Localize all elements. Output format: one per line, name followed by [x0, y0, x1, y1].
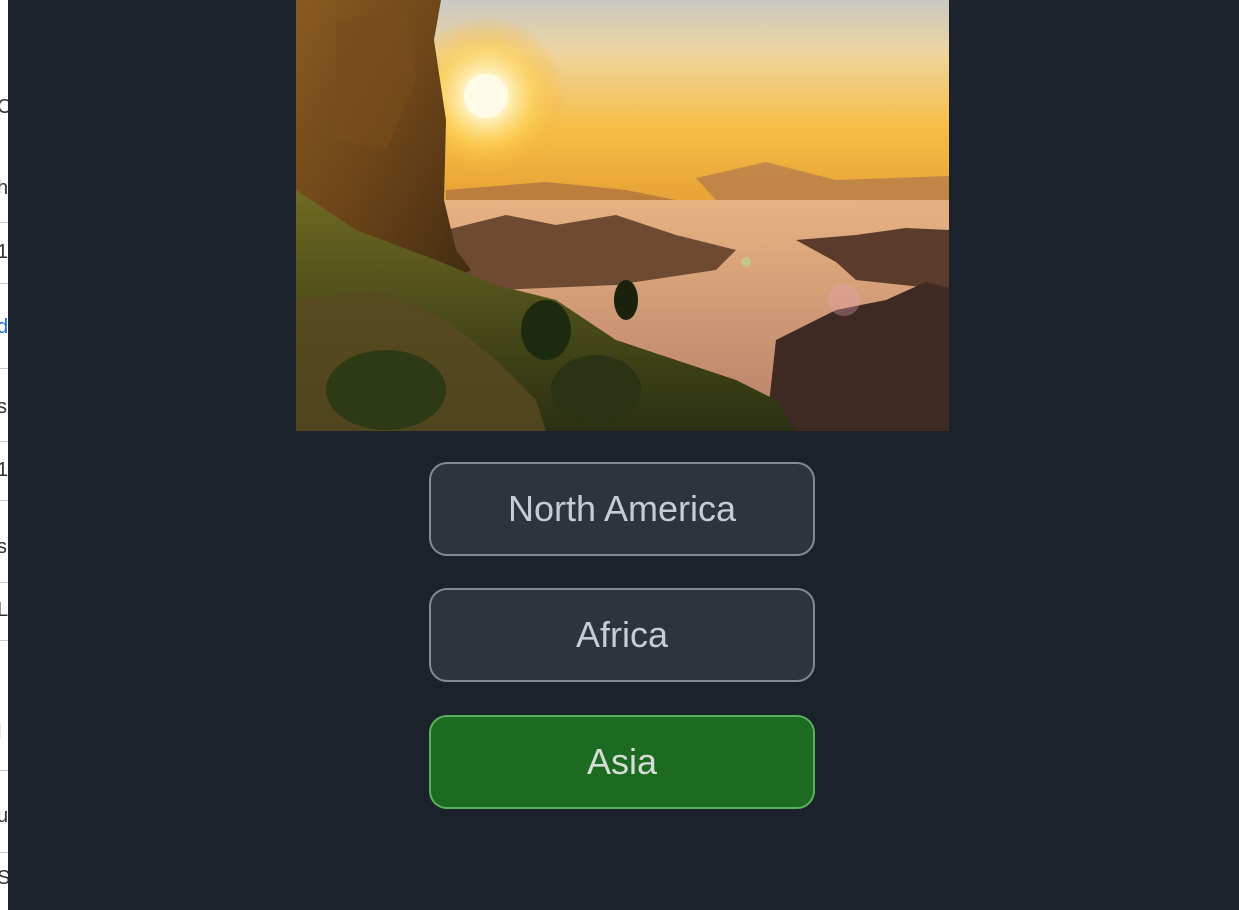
- background-divider: [0, 852, 8, 853]
- background-text-fragment: l: [0, 722, 1, 742]
- background-text-fragment: u: [0, 806, 8, 826]
- background-text-fragment: 1: [0, 460, 8, 480]
- answer-option-north-america[interactable]: North America: [429, 462, 815, 556]
- background-divider: [0, 283, 8, 284]
- background-divider: [0, 441, 8, 442]
- background-text-fragment: 1: [0, 242, 8, 262]
- sunrise-mountain-illustration: [296, 0, 949, 431]
- background-divider: [0, 582, 8, 583]
- background-divider: [0, 500, 8, 501]
- background-text-fragment: L: [0, 600, 8, 620]
- background-divider: [0, 640, 8, 641]
- background-divider: [0, 368, 8, 369]
- answer-option-asia-correct[interactable]: Asia: [429, 715, 815, 809]
- answer-option-africa[interactable]: Africa: [429, 588, 815, 682]
- background-text-fragment: s: [0, 537, 7, 557]
- background-divider: [0, 770, 8, 771]
- background-link-fragment: d: [0, 317, 8, 337]
- background-text-fragment: s: [0, 397, 7, 417]
- background-divider: [0, 222, 8, 223]
- quiz-photo: [296, 0, 949, 431]
- background-text-fragment: h: [0, 178, 8, 198]
